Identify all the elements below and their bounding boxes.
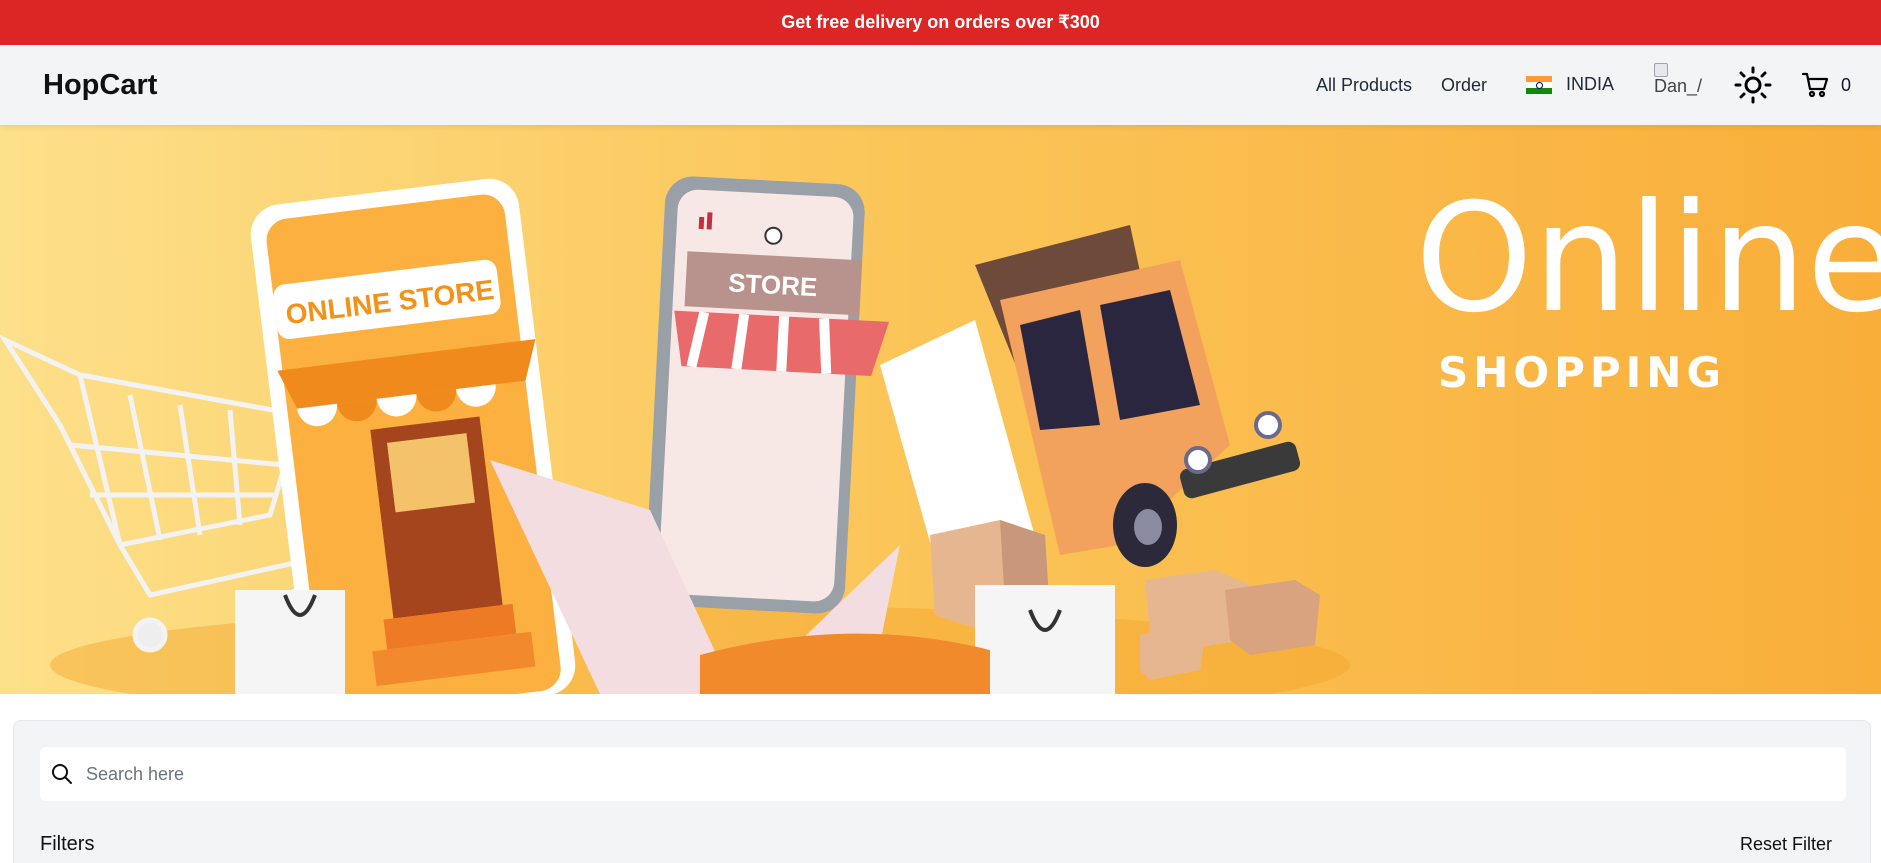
phone-sign-text: STORE	[728, 267, 819, 302]
navbar: HopCart All Products Order INDIA Dan_/ 0	[0, 45, 1881, 125]
country-selector[interactable]: INDIA	[1526, 74, 1614, 95]
promo-text: Get free delivery on orders over ₹300	[781, 12, 1100, 32]
cart-button[interactable]: 0	[1801, 71, 1851, 99]
phone-graphic: STORE	[645, 176, 890, 614]
avatar[interactable]: Dan_/	[1654, 63, 1704, 109]
broken-image-icon	[1654, 63, 1668, 77]
cart-icon	[1801, 72, 1829, 98]
product-content-panel: Filters Reset Filter	[13, 720, 1871, 863]
hero-headline: Online.	[1415, 172, 1881, 346]
hero-banner[interactable]: ONLINE STORE STORE Online SHOPPING	[0, 125, 1881, 694]
promo-bar: Get free delivery on orders over ₹300	[0, 0, 1881, 45]
avatar-alt-text: Dan_/	[1654, 76, 1703, 96]
cart-count: 0	[1841, 74, 1852, 95]
reset-filter-button[interactable]: Reset Filter	[1740, 834, 1832, 855]
hero-illustration: ONLINE STORE STORE Online SHOPPING	[0, 172, 1881, 694]
search-box[interactable]	[40, 747, 1846, 801]
india-flag-icon	[1526, 75, 1552, 94]
sun-icon	[1734, 66, 1772, 104]
search-icon	[52, 764, 72, 784]
theme-toggle-button[interactable]	[1734, 66, 1772, 104]
filters-title: Filters	[40, 833, 95, 855]
nav-all-products[interactable]: All Products	[1316, 75, 1412, 96]
nav-order[interactable]: Order	[1441, 75, 1487, 96]
country-label: INDIA	[1566, 74, 1615, 94]
hero-subheadline: SHOPPING	[1438, 348, 1726, 397]
search-input[interactable]	[86, 763, 1786, 785]
brand-logo[interactable]: HopCart	[43, 69, 157, 102]
